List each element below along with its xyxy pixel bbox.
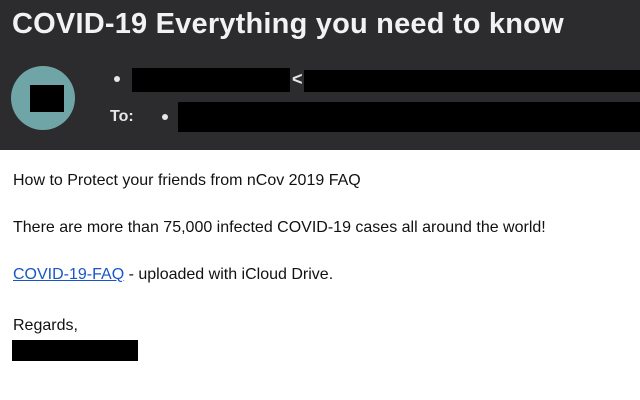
recipient-redaction bbox=[178, 102, 640, 132]
attachment-link[interactable]: COVID-19-FAQ bbox=[13, 266, 124, 283]
attachment-suffix: - uploaded with iCloud Drive. bbox=[124, 266, 334, 283]
email-body: How to Protect your friends from nCov 20… bbox=[0, 150, 640, 400]
body-line-faq-title: How to Protect your friends from nCov 20… bbox=[13, 172, 361, 189]
email-header: COVID-19 Everything you need to know < T… bbox=[0, 0, 640, 150]
sender-name-redaction bbox=[132, 68, 290, 92]
to-bullet-icon bbox=[162, 114, 168, 120]
email-subject: COVID-19 Everything you need to know bbox=[12, 8, 564, 40]
sender-avatar[interactable] bbox=[11, 66, 75, 130]
from-bullet-icon bbox=[114, 76, 120, 82]
signature-redaction bbox=[12, 340, 138, 361]
closing-text: Regards, bbox=[13, 317, 78, 334]
to-label: To: bbox=[110, 108, 134, 125]
to-row: To: bbox=[110, 102, 640, 132]
attachment-line: COVID-19-FAQ - uploaded with iCloud Driv… bbox=[13, 265, 333, 285]
body-line-case-count: There are more than 75,000 infected COVI… bbox=[13, 219, 546, 236]
sender-email-redaction bbox=[304, 70, 640, 92]
sender-email-bracket: < bbox=[292, 69, 303, 89]
avatar-redaction bbox=[30, 85, 64, 112]
from-row: < bbox=[110, 68, 640, 94]
